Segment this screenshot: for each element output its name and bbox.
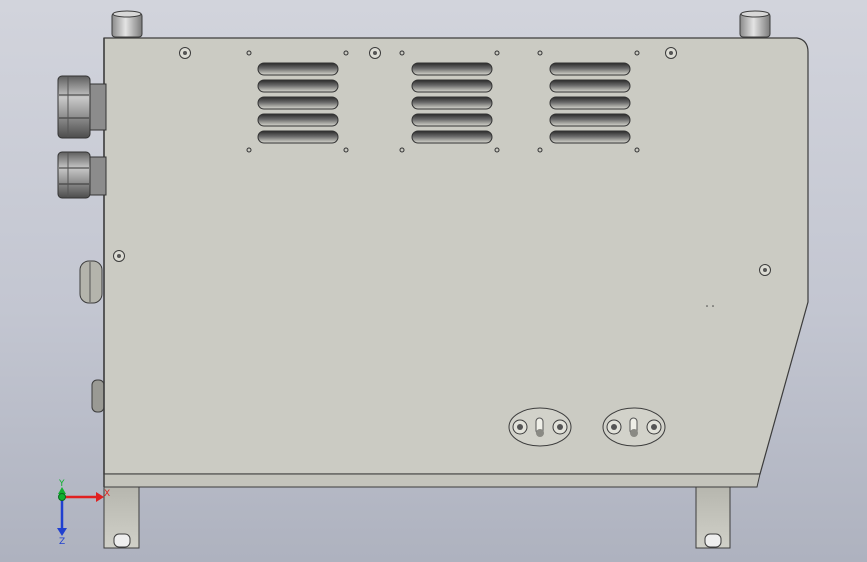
vent-group-3 (537, 50, 640, 153)
base-plate (103, 473, 761, 488)
vent-slot (257, 62, 339, 76)
side-connector-lower (91, 379, 105, 413)
vent-slot (549, 62, 631, 76)
vent-slot (549, 130, 631, 144)
cad-viewport[interactable]: X Y Z (0, 0, 867, 562)
x-axis-label: X (104, 489, 110, 499)
axis-triad: X Y Z (57, 479, 110, 547)
vent-slot (257, 130, 339, 144)
panel-connector-left (508, 407, 572, 447)
cad-model-drawing: X Y Z (57, 10, 809, 549)
vent-group-2 (399, 50, 500, 153)
mounting-foot-right (695, 485, 731, 549)
vent-slot (411, 130, 493, 144)
vent-slot (549, 113, 631, 127)
top-post-left (111, 10, 143, 38)
vent-slot (411, 79, 493, 93)
panel-connector-right (602, 407, 666, 447)
screw-mid-right (759, 264, 771, 276)
cable-gland-upper (57, 75, 107, 139)
side-connector-upper (79, 260, 103, 304)
vent-slot (411, 62, 493, 76)
vent-slot (549, 79, 631, 93)
screw-top-right (665, 47, 677, 59)
vent-slot (549, 96, 631, 110)
cable-gland-lower (57, 151, 107, 199)
screw-mid-left (113, 250, 125, 262)
vent-group-1 (246, 50, 349, 153)
vent-slot (411, 96, 493, 110)
vent-slot (257, 96, 339, 110)
top-post-right (739, 10, 771, 38)
screw-top-center (369, 47, 381, 59)
z-axis-label: Z (59, 537, 65, 547)
vent-slot (257, 79, 339, 93)
vent-slot (257, 113, 339, 127)
y-axis-label: Y (58, 479, 65, 489)
vent-slot (411, 113, 493, 127)
screw-top-left (179, 47, 191, 59)
